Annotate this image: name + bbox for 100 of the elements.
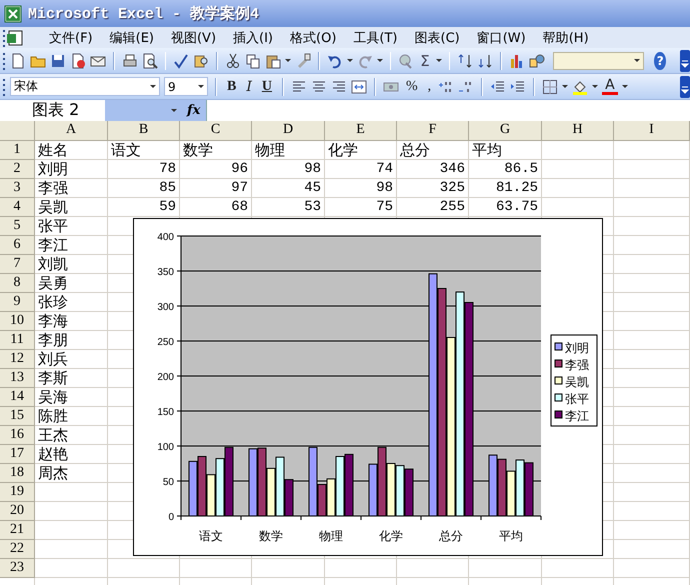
row-header[interactable]: 3	[0, 179, 35, 198]
autosum-button[interactable]: Σ	[418, 52, 432, 70]
row-header[interactable]: 23	[0, 559, 35, 578]
chart-wizard-icon[interactable]	[508, 52, 525, 68]
caret-icon[interactable]	[436, 58, 442, 63]
caret-icon[interactable]	[346, 58, 353, 63]
caret-icon[interactable]	[562, 84, 568, 89]
column-header[interactable]: G	[469, 121, 542, 141]
column-header[interactable]: A	[35, 121, 108, 141]
row-header[interactable]: 11	[0, 331, 35, 350]
caret-icon[interactable]	[284, 58, 291, 63]
row-header[interactable]: 8	[0, 274, 35, 293]
increase-indent-icon[interactable]	[510, 78, 526, 94]
table-cell: 张平	[35, 217, 108, 236]
row-header[interactable]: 6	[0, 236, 35, 255]
caret-icon[interactable]	[634, 58, 640, 63]
font-color-button[interactable]: A	[602, 78, 618, 95]
align-right-icon[interactable]	[331, 78, 347, 94]
drawing-icon[interactable]	[528, 52, 545, 68]
align-center-icon[interactable]	[311, 78, 327, 94]
row-header[interactable]: 7	[0, 255, 35, 274]
column-header[interactable]: F	[397, 121, 469, 141]
row-header[interactable]: 1	[0, 141, 35, 160]
row-header[interactable]: 16	[0, 426, 35, 445]
menu-item[interactable]: 文件(F)	[49, 28, 93, 48]
menu-item[interactable]: 编辑(E)	[110, 28, 154, 48]
align-left-icon[interactable]	[291, 78, 307, 94]
sort-descending-icon[interactable]	[477, 52, 494, 68]
percent-button[interactable]: %	[403, 78, 421, 94]
caret-icon[interactable]	[622, 84, 628, 89]
row-header[interactable]: 4	[0, 198, 35, 217]
row-header[interactable]: 12	[0, 350, 35, 369]
copy-icon[interactable]	[244, 52, 261, 68]
help-button[interactable]: ?	[654, 52, 666, 70]
column-header[interactable]: D	[252, 121, 325, 141]
comma-style-button[interactable]: ,	[424, 78, 434, 94]
row-header[interactable]: 22	[0, 540, 35, 559]
underline-button[interactable]: U	[258, 78, 275, 94]
menu-document-icon[interactable]	[6, 28, 24, 46]
toolbar-grip-icon[interactable]	[2, 28, 6, 48]
menu-item[interactable]: 插入(I)	[233, 28, 274, 48]
caret-icon[interactable]	[376, 58, 383, 63]
caret-icon[interactable]	[198, 84, 204, 89]
row-header[interactable]: 17	[0, 445, 35, 464]
new-document-icon[interactable]	[10, 52, 26, 68]
toolbar-grip-icon[interactable]	[2, 76, 6, 96]
menu-item[interactable]: 图表(C)	[414, 28, 460, 48]
zoom-field[interactable]	[552, 52, 644, 70]
paste-icon[interactable]	[264, 52, 281, 68]
fill-color-icon[interactable]	[572, 78, 588, 94]
table-cell: 98	[252, 160, 325, 179]
table-cell: 81.25	[469, 179, 542, 198]
italic-button[interactable]: I	[243, 78, 255, 94]
menu-item[interactable]: 工具(T)	[353, 28, 398, 48]
insert-function-button[interactable]: fx	[185, 100, 206, 121]
row-header[interactable]: 5	[0, 217, 35, 236]
column-header[interactable]: C	[180, 121, 252, 141]
row-header[interactable]: 15	[0, 407, 35, 426]
bold-button[interactable]: B	[224, 78, 240, 94]
row-header[interactable]: 9	[0, 293, 35, 312]
decrease-indent-icon[interactable]	[490, 78, 506, 94]
merge-center-icon[interactable]	[351, 78, 367, 94]
sort-ascending-icon[interactable]	[457, 52, 474, 68]
menu-item[interactable]: 帮助(H)	[542, 28, 589, 48]
menu-item[interactable]: 格式(O)	[290, 28, 336, 48]
row-header[interactable]: 2	[0, 160, 35, 179]
spelling-icon[interactable]	[173, 52, 190, 68]
cut-icon[interactable]	[224, 52, 241, 68]
row-header[interactable]: 21	[0, 521, 35, 540]
column-header[interactable]: B	[108, 121, 180, 141]
bar	[248, 448, 258, 516]
toolbar-grip-icon[interactable]	[2, 50, 6, 70]
print-preview-icon[interactable]	[142, 52, 158, 68]
borders-icon[interactable]	[542, 78, 558, 94]
row-header[interactable]: 19	[0, 483, 35, 502]
caret-icon[interactable]	[171, 108, 177, 113]
caret-icon[interactable]	[150, 84, 156, 89]
menu-item[interactable]: 视图(V)	[170, 28, 216, 48]
category-label: 语文	[199, 529, 223, 543]
caret-icon[interactable]	[592, 84, 598, 89]
column-header[interactable]: H	[542, 121, 614, 141]
font-field[interactable]: 宋体	[10, 77, 160, 96]
bar-chart[interactable]: 0 50 100 150 200 250 300 350 400 语文 数学 物理 化学 总分 平均 刘明 李强 吴凯 张平 李江	[134, 219, 602, 555]
row-header[interactable]: 13	[0, 369, 35, 388]
row-header[interactable]: 10	[0, 312, 35, 331]
menu-item[interactable]: 窗口(W)	[476, 28, 526, 48]
row-header[interactable]: 14	[0, 388, 35, 407]
font-size-field[interactable]: 9	[164, 77, 208, 96]
bar	[188, 460, 198, 516]
column-header[interactable]: I	[614, 121, 690, 141]
toolbar-options-icon[interactable]	[680, 50, 690, 72]
save-icon[interactable]	[50, 52, 66, 68]
column-header[interactable]: E	[325, 121, 397, 141]
research-icon[interactable]	[193, 52, 210, 68]
row-header[interactable]: 20	[0, 502, 35, 521]
toolbar-options-icon[interactable]	[680, 76, 690, 98]
print-icon[interactable]	[122, 52, 138, 68]
permission-icon[interactable]	[70, 52, 86, 68]
bar	[344, 454, 354, 516]
row-header[interactable]: 18	[0, 464, 35, 483]
